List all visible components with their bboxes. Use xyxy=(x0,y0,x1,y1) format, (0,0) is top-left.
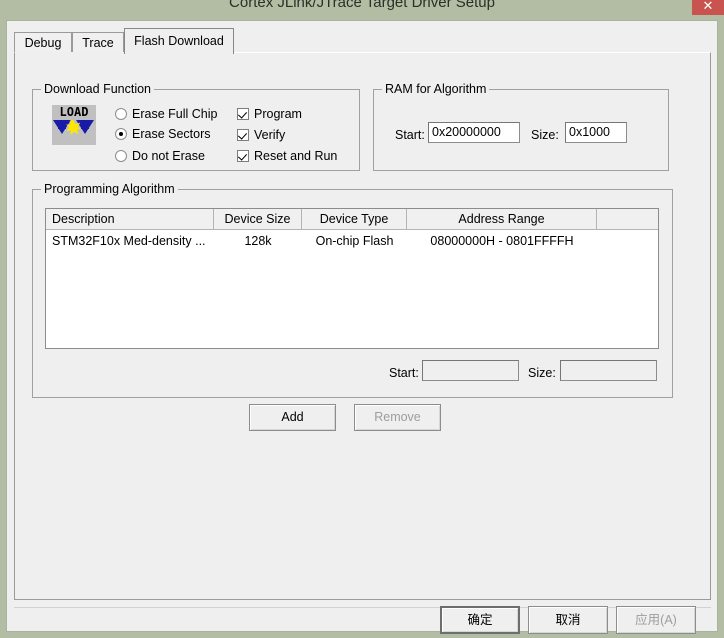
tab-debug[interactable]: Debug xyxy=(14,32,72,53)
dialog-window: Cortex JLink/JTrace Target Driver Setup … xyxy=(0,0,724,638)
ram-start-input[interactable]: 0x20000000 xyxy=(428,122,520,143)
table-header-row: Description Device Size Device Type Addr… xyxy=(46,209,658,230)
column-header-description[interactable]: Description xyxy=(46,209,214,229)
tab-flash-download[interactable]: Flash Download xyxy=(124,28,234,54)
algorithm-size-input[interactable] xyxy=(560,360,657,381)
load-icon: LOAD xyxy=(52,105,96,145)
cancel-button[interactable]: 取消 xyxy=(528,606,608,634)
checkbox-verify-indicator[interactable] xyxy=(237,129,249,141)
cell-description: STM32F10x Med-density ... xyxy=(52,234,206,248)
checkbox-reset-and-run-indicator[interactable] xyxy=(237,150,249,162)
algorithm-size-label: Size: xyxy=(528,366,556,380)
algorithm-start-input[interactable] xyxy=(422,360,519,381)
radio-erase-sectors-label: Erase Sectors xyxy=(132,127,211,141)
column-header-extra[interactable] xyxy=(597,209,658,229)
column-header-device-size[interactable]: Device Size xyxy=(214,209,302,229)
load-icon-arrow-right xyxy=(76,120,94,134)
radio-erase-sectors[interactable]: Erase Sectors xyxy=(115,125,211,143)
programming-algorithm-legend: Programming Algorithm xyxy=(41,182,178,196)
tab-strip: Debug Trace Flash Download xyxy=(14,28,711,54)
checkbox-program-label: Program xyxy=(254,107,302,121)
add-button[interactable]: Add xyxy=(249,404,336,431)
checkbox-program-indicator[interactable] xyxy=(237,108,249,120)
radio-erase-full-chip[interactable]: Erase Full Chip xyxy=(115,105,217,123)
ok-button[interactable]: 确定 xyxy=(440,606,520,634)
close-icon[interactable]: ✕ xyxy=(692,0,724,15)
tab-trace[interactable]: Trace xyxy=(72,32,124,53)
algorithm-start-label: Start: xyxy=(389,366,419,380)
checkbox-program[interactable]: Program xyxy=(237,105,302,123)
radio-erase-sectors-indicator[interactable] xyxy=(115,128,127,140)
column-header-address-range[interactable]: Address Range xyxy=(407,209,597,229)
ram-size-label: Size: xyxy=(531,128,559,142)
title-bar: Cortex JLink/JTrace Target Driver Setup xyxy=(0,0,724,16)
radio-erase-full-chip-label: Erase Full Chip xyxy=(132,107,218,121)
checkbox-reset-and-run-label: Reset and Run xyxy=(254,149,338,163)
download-function-legend: Download Function xyxy=(41,82,155,96)
checkbox-verify[interactable]: Verify xyxy=(237,126,285,144)
radio-erase-full-chip-indicator[interactable] xyxy=(115,108,127,120)
programming-algorithm-table[interactable]: Description Device Size Device Type Addr… xyxy=(45,208,659,349)
window-title: Cortex JLink/JTrace Target Driver Setup xyxy=(229,0,495,11)
radio-do-not-erase-indicator[interactable] xyxy=(115,150,127,162)
cell-device-size: 128k xyxy=(244,234,272,248)
cell-device-type: On-chip Flash xyxy=(315,234,394,248)
column-header-device-type[interactable]: Device Type xyxy=(302,209,407,229)
ram-size-input[interactable]: 0x1000 xyxy=(565,122,627,143)
ram-start-label: Start: xyxy=(395,128,425,142)
apply-button[interactable]: 应用(A) xyxy=(616,606,696,634)
checkbox-reset-and-run[interactable]: Reset and Run xyxy=(237,147,337,165)
remove-button[interactable]: Remove xyxy=(354,404,441,431)
dialog-client-area: Debug Trace Flash Download Download Func… xyxy=(6,20,718,634)
cell-address-range: 08000000H - 0801FFFFH xyxy=(430,234,574,248)
radio-do-not-erase-label: Do not Erase xyxy=(132,149,205,163)
radio-do-not-erase[interactable]: Do not Erase xyxy=(115,147,205,165)
ram-for-algorithm-legend: RAM for Algorithm xyxy=(382,82,490,96)
load-icon-arrow-left xyxy=(53,120,71,134)
checkbox-verify-label: Verify xyxy=(254,128,286,142)
cell-extra xyxy=(597,232,658,250)
load-icon-text: LOAD xyxy=(59,105,89,119)
